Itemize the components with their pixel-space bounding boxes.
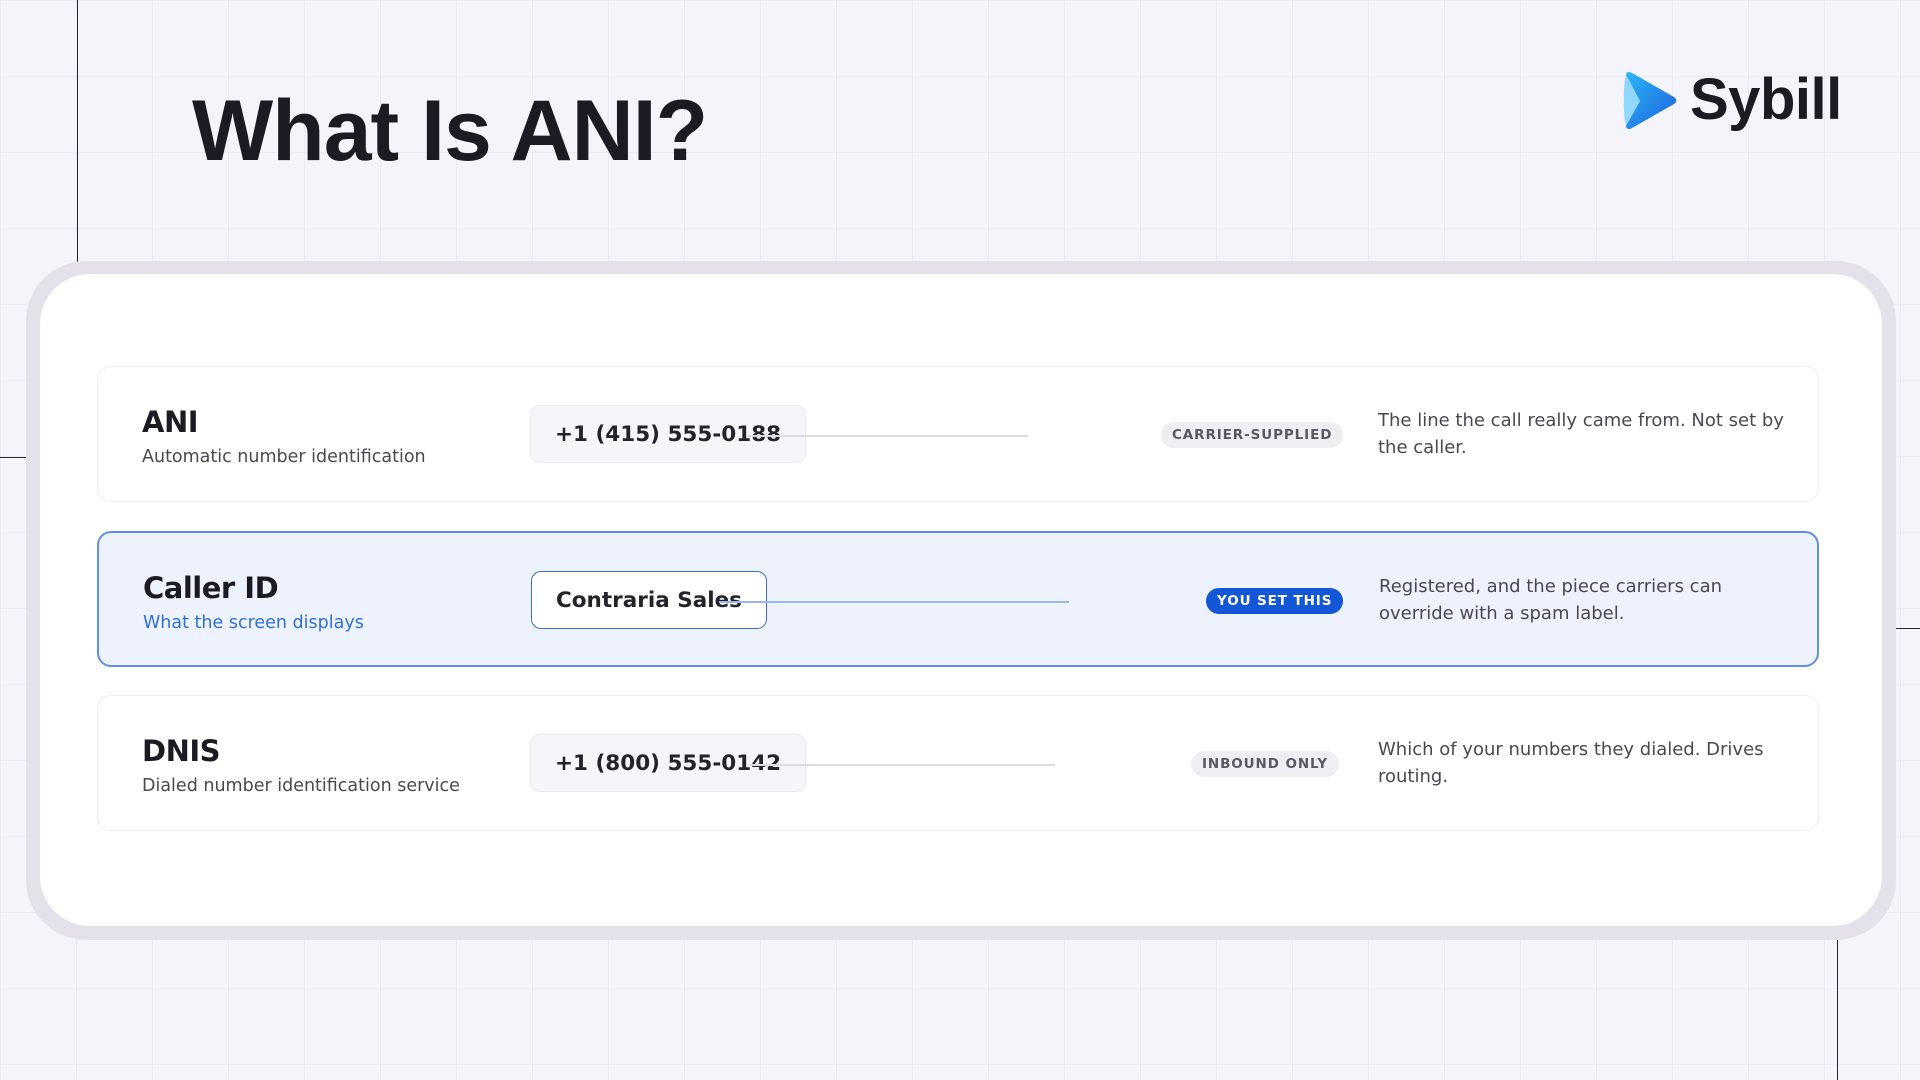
guide-line-vertical-right: [1837, 925, 1838, 1080]
row-description: Which of your numbers they dialed. Drive…: [1378, 739, 1764, 787]
term-label: DNIS: [142, 734, 221, 768]
connector-line: [750, 764, 1055, 766]
term-label: ANI: [142, 405, 199, 439]
connector-line: [719, 601, 1069, 603]
guide-line-vertical-left: [77, 0, 78, 274]
row-caller-id: Caller ID What the screen displays Contr…: [97, 531, 1819, 667]
term-subtitle: Automatic number identification: [142, 447, 426, 467]
row-ani: ANI Automatic number identification +1 (…: [97, 366, 1819, 502]
status-badge: CARRIER-SUPPLIED: [1161, 422, 1344, 448]
page-title: What Is ANI?: [192, 83, 708, 179]
term-label: Caller ID: [143, 571, 279, 605]
connector-line: [748, 435, 1028, 437]
brand-name: Sybill: [1690, 67, 1842, 132]
value-chip: +1 (415) 555-0188: [530, 405, 807, 463]
row-description: Registered, and the piece carriers can o…: [1379, 576, 1723, 624]
status-badge: YOU SET THIS: [1206, 588, 1344, 614]
row-description: The line the call really came from. Not …: [1378, 410, 1784, 458]
sybill-play-logo-icon: [1623, 71, 1677, 129]
term-subtitle: Dialed number identification service: [142, 776, 460, 796]
term-subtitle: What the screen displays: [143, 613, 364, 633]
row-dnis: DNIS Dialed number identification servic…: [97, 695, 1819, 831]
value-chip: Contraria Sales: [531, 571, 767, 629]
brand-logo: Sybill: [1618, 66, 1842, 133]
value-chip: +1 (800) 555-0142: [530, 734, 807, 792]
status-badge: INBOUND ONLY: [1191, 751, 1340, 777]
